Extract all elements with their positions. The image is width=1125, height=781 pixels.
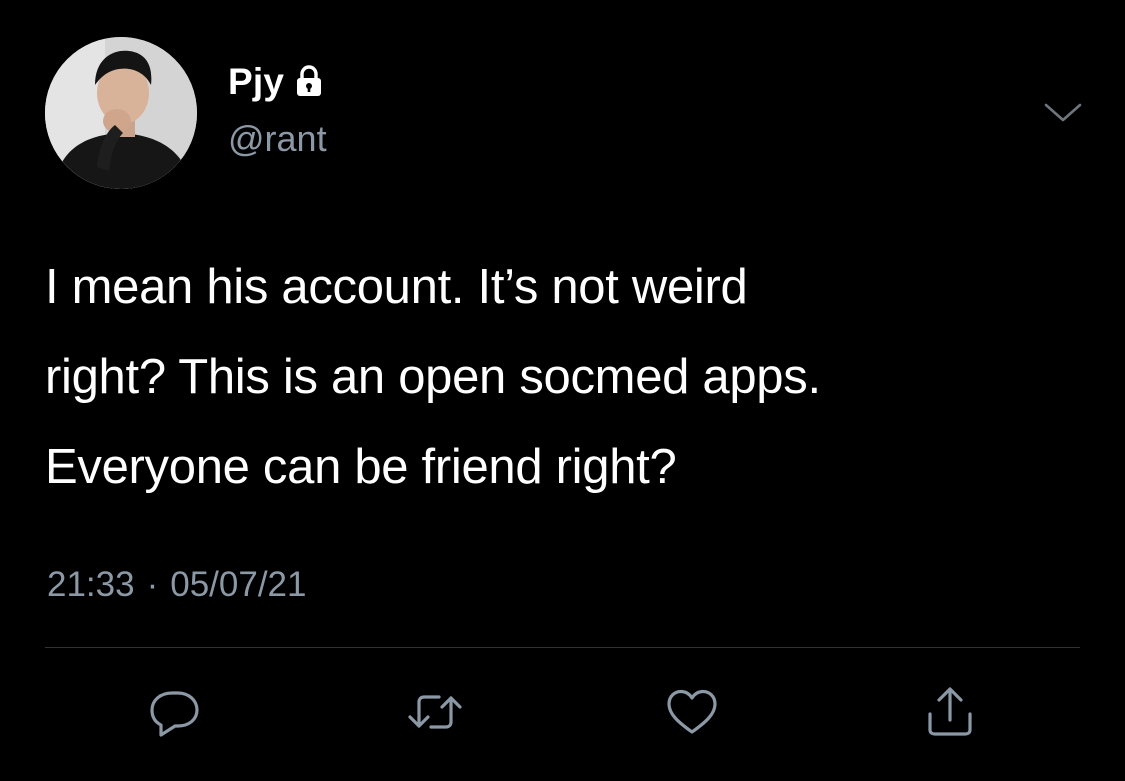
avatar[interactable]: [45, 37, 197, 189]
tweet-text: I mean his account. It’s not weird right…: [45, 260, 821, 494]
tweet-card: Pjy @rant I mean his account. It’s not w…: [0, 0, 1125, 781]
avatar-photo: [45, 37, 197, 189]
retweet-button[interactable]: [405, 682, 465, 742]
heart-icon: [667, 689, 717, 734]
tweet-date: 05/07/21: [170, 565, 307, 604]
display-name[interactable]: Pjy: [228, 62, 284, 102]
chevron-down-icon[interactable]: [1042, 100, 1084, 126]
like-button[interactable]: [662, 682, 722, 742]
share-icon: [928, 687, 972, 736]
reply-button[interactable]: [145, 682, 205, 742]
tweet-timestamp[interactable]: 21:33 · 05/07/21: [47, 563, 307, 607]
retweet-icon: [408, 695, 462, 729]
timestamp-separator: ·: [146, 565, 159, 604]
name-row: Pjy: [228, 62, 324, 102]
divider: [45, 647, 1080, 648]
share-button[interactable]: [920, 682, 980, 742]
user-handle[interactable]: @rant: [228, 119, 327, 159]
tweet-time: 21:33: [47, 565, 135, 604]
reply-icon: [150, 691, 199, 737]
lock-icon: [294, 64, 324, 98]
